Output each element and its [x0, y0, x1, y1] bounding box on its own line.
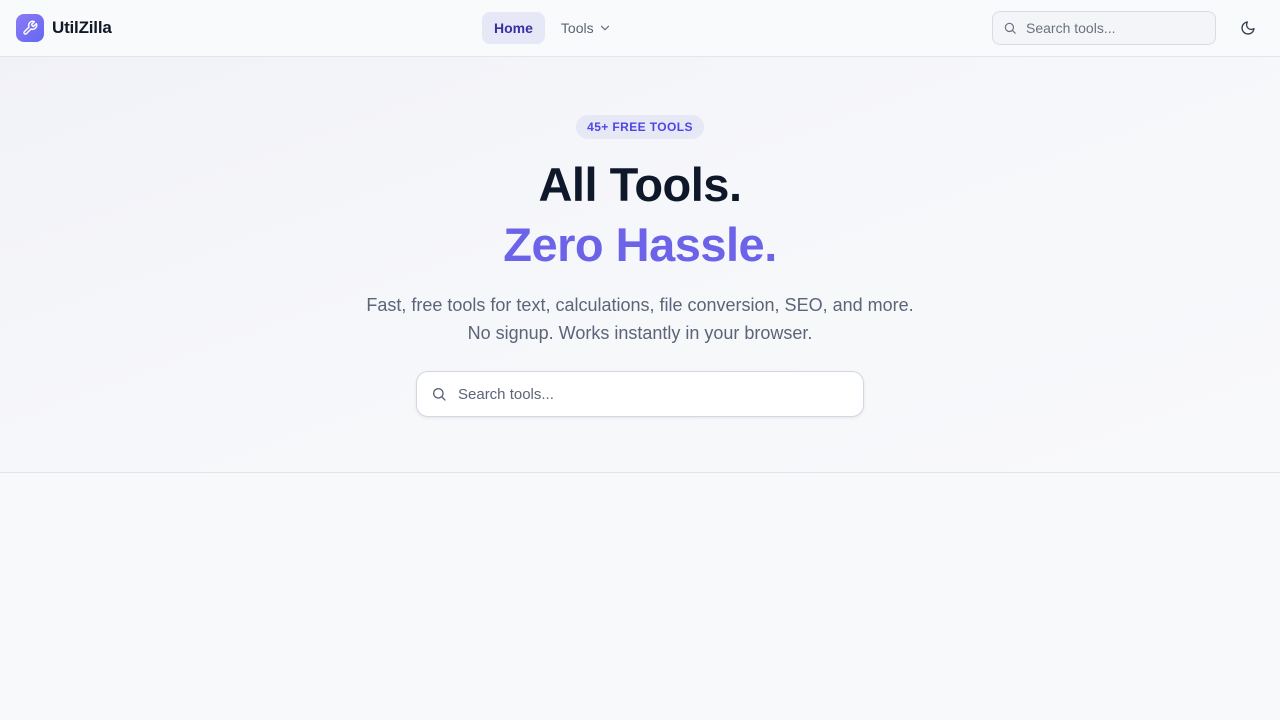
top-navigation-bar: UtilZilla Home Tools Search tools...: [0, 0, 1280, 57]
tools-count-badge: 45+ FREE TOOLS: [576, 115, 704, 139]
brand-link[interactable]: UtilZilla: [16, 14, 112, 42]
nav-home-label: Home: [494, 20, 533, 36]
hero-title-line1: All Tools.: [538, 158, 742, 211]
search-icon: [1003, 21, 1017, 35]
nav-tools-label: Tools: [560, 20, 594, 36]
search-icon: [431, 386, 447, 402]
wrench-icon: [16, 14, 44, 42]
hero-search-input[interactable]: Search tools...: [416, 371, 864, 417]
nav-home-link[interactable]: Home: [482, 12, 545, 44]
theme-toggle-button[interactable]: [1232, 12, 1264, 44]
header-search-placeholder: Search tools...: [1026, 20, 1116, 36]
nav-tools-dropdown[interactable]: Tools: [549, 12, 624, 44]
header-search-input[interactable]: Search tools...: [992, 11, 1216, 45]
brand-name: UtilZilla: [52, 18, 112, 37]
hero-title-line2: Zero Hassle.: [503, 218, 777, 271]
moon-icon: [1240, 20, 1256, 36]
main-nav: Home Tools: [482, 12, 624, 44]
hero-subtitle: Fast, free tools for text, calculations,…: [366, 295, 914, 343]
hero-section: 45+ FREE TOOLS All Tools. Zero Hassle. F…: [0, 57, 1280, 473]
chevron-down-icon: [598, 21, 612, 35]
hero-search-placeholder: Search tools...: [458, 385, 554, 403]
